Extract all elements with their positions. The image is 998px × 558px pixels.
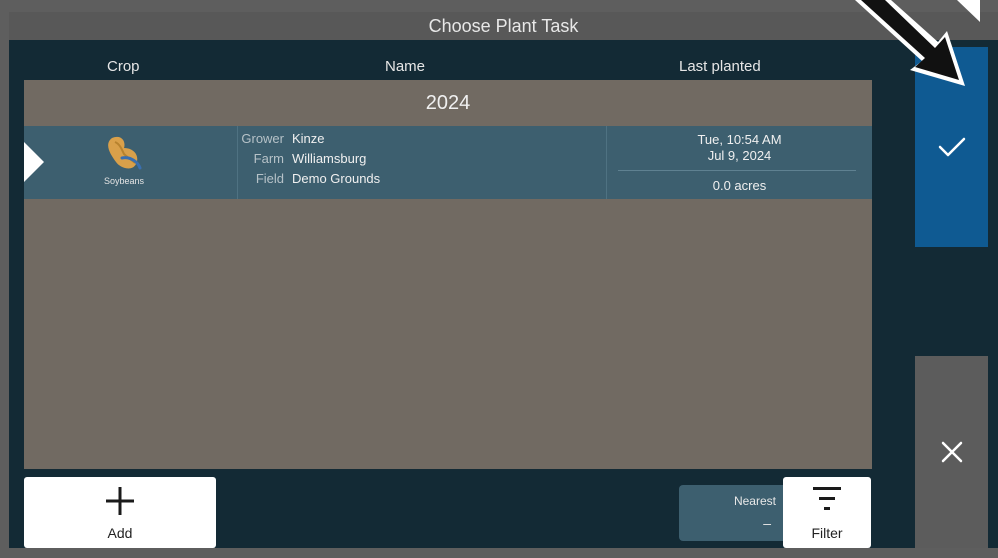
year-group-label: 2024 <box>425 91 471 114</box>
sort-selector[interactable]: Nearest – <box>679 485 791 541</box>
sort-label: Nearest <box>733 494 776 508</box>
acres-divider <box>618 170 856 171</box>
year-group-header: 2024 <box>24 80 872 126</box>
annotation-arrow-icon <box>855 0 980 86</box>
selected-row-pointer-icon <box>24 142 44 182</box>
dialog-title-text: Choose Plant Task <box>428 15 579 36</box>
field-label: Field <box>255 171 284 186</box>
filter-button-label: Filter <box>811 525 843 541</box>
check-icon <box>938 137 965 157</box>
close-icon <box>941 441 962 463</box>
filter-button[interactable]: Filter <box>783 477 871 548</box>
filter-icon <box>813 487 841 510</box>
column-header-last-planted: Last planted <box>679 58 761 75</box>
farm-label: Farm <box>253 151 284 166</box>
cancel-button[interactable] <box>915 356 988 548</box>
farm-value: Williamsburg <box>292 151 367 166</box>
last-planted-date: Jul 9, 2024 <box>707 148 772 163</box>
crop-name: Soybeans <box>103 176 145 186</box>
frame-left <box>0 0 9 558</box>
add-button-label: Add <box>107 525 133 541</box>
field-value: Demo Grounds <box>292 171 381 186</box>
add-button[interactable]: Add <box>24 477 216 548</box>
frame-bottom <box>0 548 998 558</box>
planted-acres: 0.0 acres <box>712 178 767 193</box>
plus-icon <box>106 487 134 515</box>
last-planted-time: Tue, 10:54 AM <box>697 132 782 147</box>
dialog-title: Choose Plant Task <box>9 12 998 40</box>
grower-value: Kinze <box>292 131 325 146</box>
task-list[interactable]: 2024 Soybeans Grower Kinze Farm Williams… <box>24 80 872 469</box>
soybean-icon <box>108 136 142 170</box>
task-row[interactable]: Soybeans Grower Kinze Farm Williamsburg … <box>24 126 872 199</box>
column-header-crop: Crop <box>107 58 140 75</box>
grower-label: Grower <box>241 131 284 146</box>
plant-task-screen: Choose Plant Task Crop Name Last planted… <box>0 0 998 558</box>
sort-value: – <box>763 515 771 531</box>
column-header-name: Name <box>385 58 426 75</box>
crop-cell: Soybeans <box>94 132 154 196</box>
frame-top <box>0 0 998 12</box>
